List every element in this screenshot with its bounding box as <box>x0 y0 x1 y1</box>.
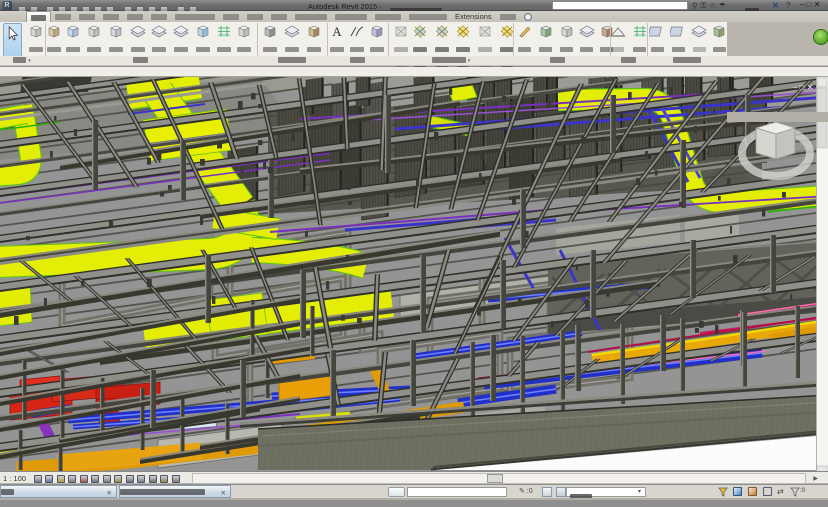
svg-text:– □ ✕: – □ ✕ <box>793 83 813 92</box>
svg-text:A: A <box>332 24 342 39</box>
